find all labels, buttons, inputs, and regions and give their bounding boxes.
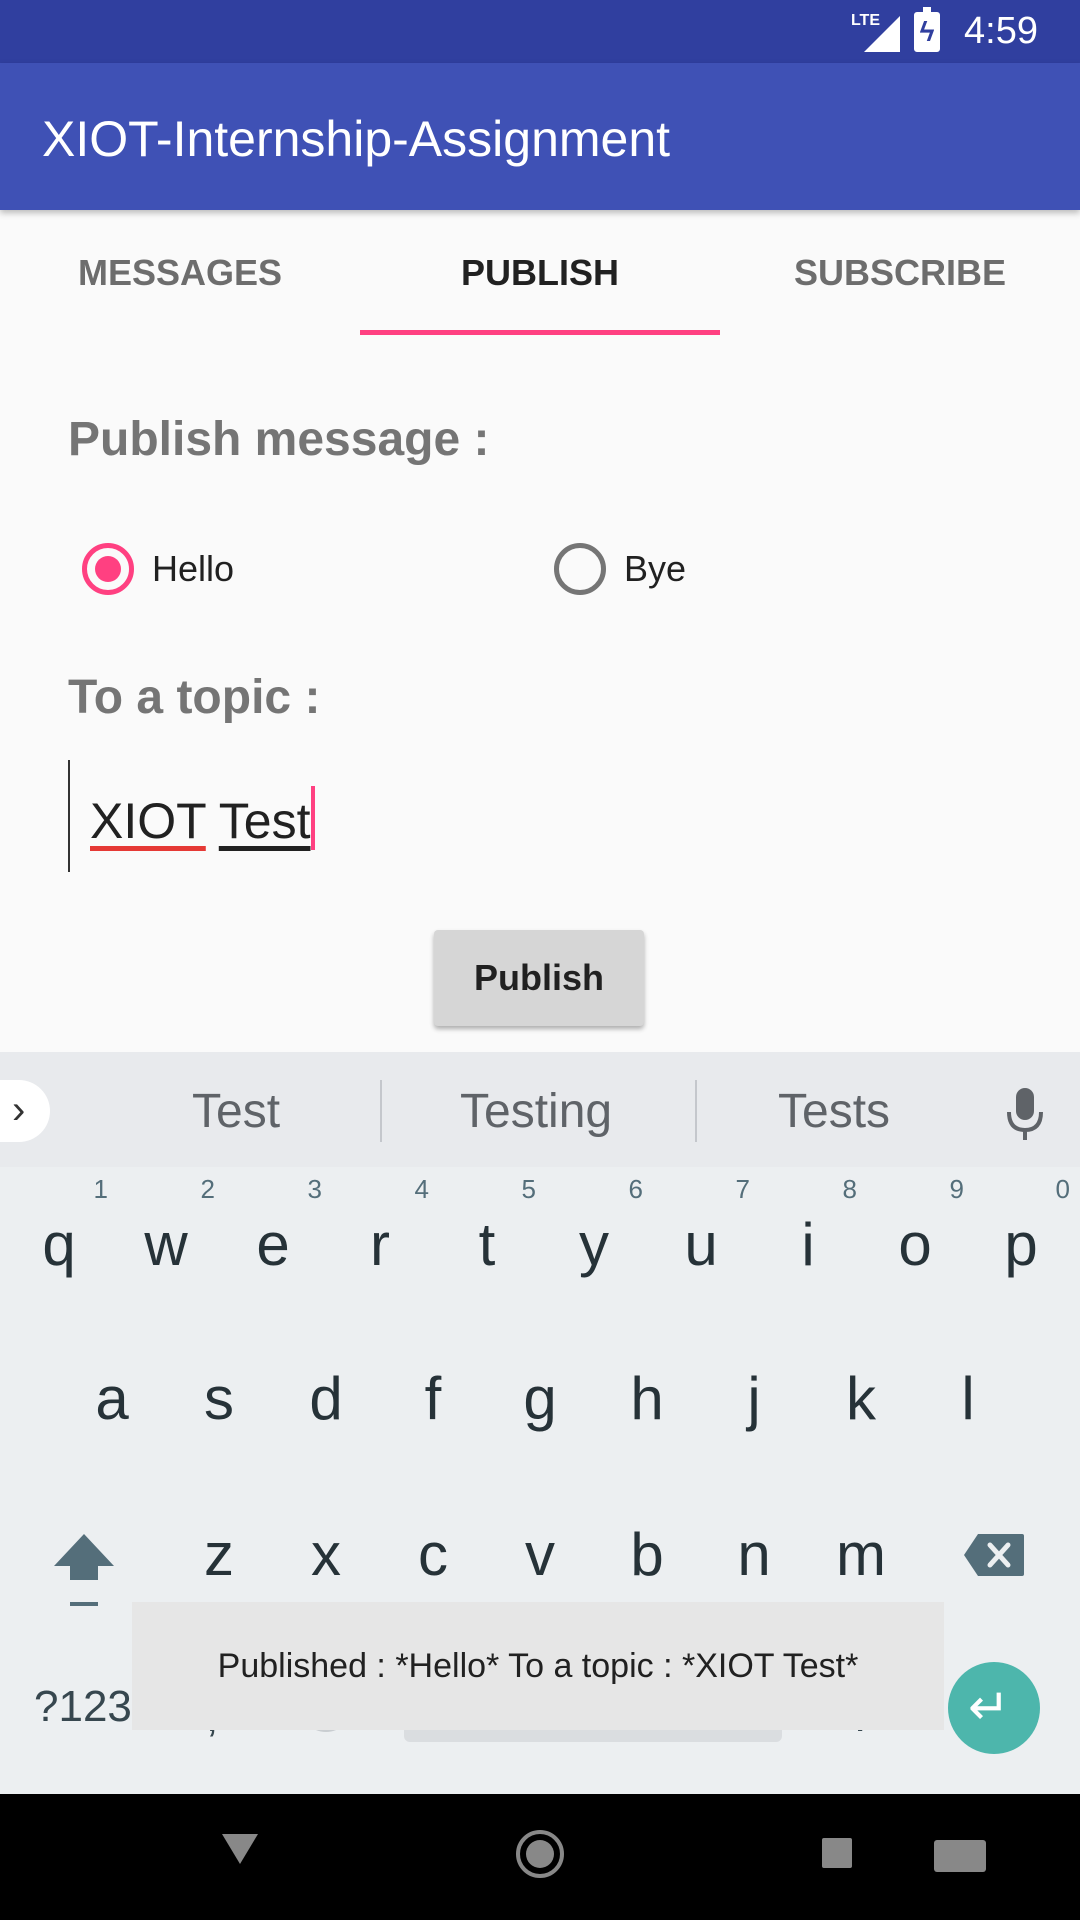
app-title: XIOT-Internship-Assignment bbox=[42, 111, 671, 167]
suggestion-divider bbox=[380, 1080, 382, 1142]
key-t-label: t bbox=[478, 1211, 496, 1278]
key-w-hint: 2 bbox=[200, 1174, 215, 1204]
key-q[interactable]: q1 bbox=[14, 1174, 108, 1279]
publish-message-heading: Publish message : bbox=[68, 413, 490, 466]
key-r[interactable]: r4 bbox=[335, 1174, 429, 1279]
signal-icon bbox=[864, 16, 900, 52]
key-t-hint: 5 bbox=[521, 1174, 536, 1204]
suggestion-3[interactable]: Tests bbox=[778, 1084, 890, 1139]
key-q-label: q bbox=[42, 1211, 76, 1278]
suggestion-1[interactable]: Test bbox=[192, 1084, 280, 1139]
status-time: 4:59 bbox=[964, 10, 1038, 52]
key-s[interactable]: s bbox=[174, 1364, 264, 1433]
key-o-label: o bbox=[898, 1211, 932, 1278]
key-y-hint: 6 bbox=[628, 1174, 643, 1204]
key-o[interactable]: o9 bbox=[870, 1174, 964, 1279]
key-e-hint: 3 bbox=[307, 1174, 322, 1204]
key-e-label: e bbox=[256, 1211, 290, 1278]
tab-publish[interactable]: PUBLISH bbox=[360, 210, 720, 335]
microphone-icon[interactable] bbox=[1004, 1086, 1046, 1142]
suggestion-2[interactable]: Testing bbox=[460, 1084, 612, 1139]
key-u[interactable]: u7 bbox=[656, 1174, 750, 1279]
key-c[interactable]: c bbox=[388, 1520, 478, 1589]
radio-hello-label: Hello bbox=[152, 548, 235, 589]
key-n[interactable]: n bbox=[709, 1520, 799, 1589]
app-bar: XIOT-Internship-Assignment bbox=[0, 63, 1080, 210]
key-i-label: i bbox=[801, 1211, 815, 1278]
key-g[interactable]: g bbox=[495, 1364, 585, 1433]
toast-message: Published : *Hello* To a topic : *XIOT T… bbox=[132, 1602, 944, 1730]
recents-icon[interactable] bbox=[822, 1838, 852, 1868]
chevron-right-icon: › bbox=[12, 1088, 26, 1132]
key-k[interactable]: k bbox=[816, 1364, 906, 1433]
enter-key[interactable]: ↵ bbox=[948, 1662, 1040, 1754]
expand-toolbar-button[interactable]: › bbox=[0, 1080, 50, 1142]
key-b[interactable]: b bbox=[602, 1520, 692, 1589]
suggestion-strip: › Test Testing Tests bbox=[0, 1052, 1080, 1167]
shift-icon[interactable] bbox=[52, 1530, 116, 1610]
suggestion-divider bbox=[695, 1080, 697, 1142]
topic-word-1: XIOT bbox=[90, 793, 206, 849]
key-p[interactable]: p0 bbox=[976, 1174, 1070, 1279]
key-a[interactable]: a bbox=[67, 1364, 157, 1433]
charging-bolt-icon: ϟ bbox=[919, 16, 935, 47]
topic-input[interactable]: XIOT Test bbox=[68, 760, 868, 872]
tab-bar: MESSAGES PUBLISH SUBSCRIBE bbox=[0, 210, 1080, 335]
radio-checked-icon bbox=[82, 543, 134, 595]
key-x[interactable]: x bbox=[281, 1520, 371, 1589]
key-i[interactable]: i8 bbox=[763, 1174, 857, 1279]
key-p-label: p bbox=[1004, 1211, 1038, 1278]
enter-arrow-icon: ↵ bbox=[968, 1679, 1010, 1735]
key-y[interactable]: y6 bbox=[549, 1174, 643, 1279]
key-v[interactable]: v bbox=[495, 1520, 585, 1589]
key-w-label: w bbox=[144, 1211, 188, 1278]
key-h[interactable]: h bbox=[602, 1364, 692, 1433]
key-p-hint: 0 bbox=[1055, 1174, 1070, 1204]
key-m[interactable]: m bbox=[816, 1520, 906, 1589]
back-icon[interactable] bbox=[222, 1834, 258, 1864]
navigation-bar bbox=[0, 1794, 1080, 1920]
tab-messages[interactable]: MESSAGES bbox=[0, 210, 360, 335]
topic-heading: To a topic : bbox=[68, 671, 321, 724]
key-w[interactable]: w2 bbox=[121, 1174, 215, 1279]
key-l[interactable]: l bbox=[923, 1364, 1013, 1433]
status-bar: LTE ϟ 4:59 bbox=[0, 0, 1080, 63]
radio-bye-label: Bye bbox=[624, 548, 687, 589]
key-e[interactable]: e3 bbox=[228, 1174, 322, 1279]
key-r-label: r bbox=[370, 1211, 390, 1278]
key-r-hint: 4 bbox=[414, 1174, 429, 1204]
radio-bye[interactable]: Bye bbox=[554, 538, 686, 600]
key-q-hint: 1 bbox=[93, 1174, 108, 1204]
key-d[interactable]: d bbox=[281, 1364, 371, 1433]
key-u-label: u bbox=[684, 1211, 718, 1278]
key-i-hint: 8 bbox=[842, 1174, 857, 1204]
keyboard-switch-icon[interactable] bbox=[934, 1840, 986, 1872]
topic-word-2: Test bbox=[218, 793, 311, 849]
key-u-hint: 7 bbox=[735, 1174, 750, 1204]
backspace-icon[interactable] bbox=[962, 1532, 1026, 1578]
tab-subscribe[interactable]: SUBSCRIBE bbox=[720, 210, 1080, 335]
topic-input-value: XIOT Test bbox=[90, 786, 316, 850]
symbols-key[interactable]: ?123 bbox=[34, 1682, 132, 1732]
key-o-hint: 9 bbox=[949, 1174, 964, 1204]
key-z[interactable]: z bbox=[174, 1520, 264, 1589]
key-y-label: y bbox=[579, 1211, 609, 1278]
key-t[interactable]: t5 bbox=[442, 1174, 536, 1279]
radio-hello[interactable]: Hello bbox=[82, 538, 234, 600]
key-j[interactable]: j bbox=[709, 1364, 799, 1433]
home-icon[interactable] bbox=[516, 1830, 564, 1878]
publish-button[interactable]: Publish bbox=[434, 930, 644, 1026]
key-f[interactable]: f bbox=[388, 1364, 478, 1433]
radio-unchecked-icon bbox=[554, 543, 606, 595]
text-cursor bbox=[311, 786, 316, 850]
